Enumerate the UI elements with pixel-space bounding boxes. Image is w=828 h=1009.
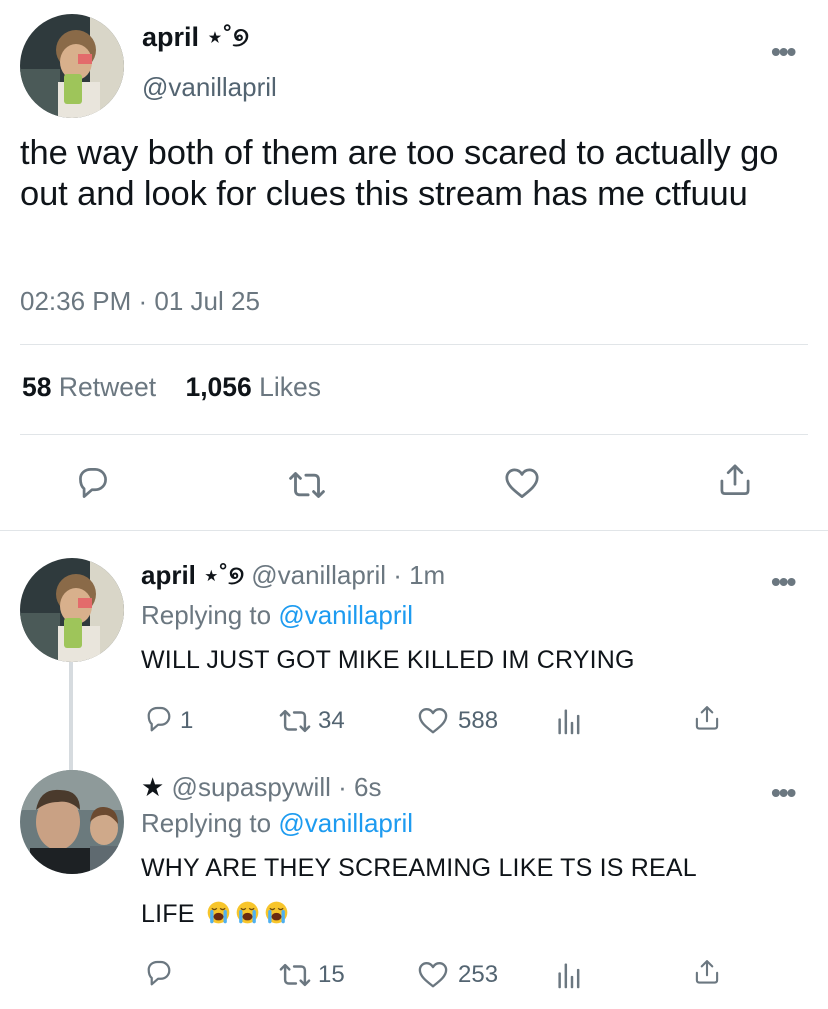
replying-to-link[interactable]: @vanillapril <box>278 808 413 838</box>
retweet-icon <box>279 709 311 733</box>
retweet-icon <box>289 472 325 498</box>
retweet-button[interactable] <box>275 959 315 991</box>
replying-prefix: Replying to <box>141 600 272 630</box>
reply-header: ★ @supaspywill · 6s <box>141 772 381 803</box>
handle-time[interactable]: @vanillapril · 1m <box>251 560 445 590</box>
tweet-stats: 58 Retweet 1,056 Likes <box>22 372 321 403</box>
like-count: 253 <box>458 961 499 988</box>
reply-text: WILL JUST GOT MIKE KILLED IM CRYING <box>141 646 635 674</box>
reply-header: april ⋆˚୭ @vanillapril · 1m <box>141 560 445 592</box>
more-options-icon[interactable]: ••• <box>771 38 796 66</box>
reply-icon <box>147 706 171 732</box>
reply-button[interactable] <box>141 958 177 990</box>
reply-text: WHY ARE THEY SCREAMING LIKE TS IS REAL L… <box>141 845 697 937</box>
divider <box>20 434 808 435</box>
share-button[interactable] <box>690 702 724 734</box>
analytics-icon <box>558 709 580 735</box>
like-count: 588 <box>458 707 499 734</box>
heart-icon <box>505 468 539 498</box>
display-name[interactable]: ★ <box>141 772 164 802</box>
like-button[interactable] <box>414 958 452 991</box>
reply-count: 1 <box>180 707 194 734</box>
retweet-stat[interactable]: 58 Retweet <box>22 372 156 402</box>
avatar[interactable] <box>20 558 124 662</box>
crying-emoji-group <box>202 891 289 937</box>
likes-label: Likes <box>259 372 322 402</box>
loudly-crying-emoji-icon <box>236 901 259 924</box>
display-name[interactable]: april ⋆˚୭ <box>142 22 249 54</box>
retweet-count: 15 <box>318 961 345 988</box>
replying-to: Replying to @vanillapril <box>141 600 413 631</box>
share-icon <box>695 960 719 984</box>
more-options-icon[interactable]: ••• <box>771 779 796 807</box>
likes-stat[interactable]: 1,056 Likes <box>185 372 321 402</box>
tweet-timestamp[interactable]: 02:36 PM · 01 Jul 25 <box>20 286 260 317</box>
divider <box>0 530 828 531</box>
display-name[interactable]: april ⋆˚୭ <box>141 560 244 590</box>
retweet-count: 34 <box>318 707 345 734</box>
more-options-icon[interactable]: ••• <box>771 568 796 596</box>
analytics-button[interactable] <box>554 706 584 736</box>
reply-text-line: WHY ARE THEY SCREAMING LIKE TS IS REAL <box>141 854 697 882</box>
reply-icon <box>147 960 171 986</box>
share-icon <box>720 464 750 495</box>
reply-text-line: LIFE <box>141 891 697 937</box>
reply-text-end: LIFE <box>141 900 195 928</box>
like-button[interactable] <box>414 704 452 737</box>
tweet-text: the way both of them are too scared to a… <box>20 134 779 213</box>
handle-time[interactable]: @supaspywill · 6s <box>172 772 382 802</box>
loudly-crying-emoji-icon <box>265 901 288 924</box>
retweet-count: 58 <box>22 372 52 402</box>
reply-icon <box>79 467 107 498</box>
thread-line <box>69 662 73 770</box>
reply-button[interactable] <box>71 462 115 506</box>
analytics-button[interactable] <box>554 960 584 990</box>
user-handle[interactable]: @vanillapril <box>142 72 277 103</box>
like-button[interactable] <box>500 462 544 504</box>
heart-icon <box>418 708 448 734</box>
retweet-icon <box>279 963 311 987</box>
reply-button[interactable] <box>141 704 177 736</box>
likes-count: 1,056 <box>185 372 252 402</box>
retweet-label: Retweet <box>58 372 157 402</box>
avatar[interactable] <box>20 14 124 118</box>
heart-icon <box>418 962 448 988</box>
replying-to-link[interactable]: @vanillapril <box>278 600 413 630</box>
replying-prefix: Replying to <box>141 808 272 838</box>
replying-to: Replying to @vanillapril <box>141 808 413 839</box>
retweet-button[interactable] <box>284 464 330 506</box>
share-button[interactable] <box>690 956 724 988</box>
retweet-button[interactable] <box>275 705 315 737</box>
divider <box>20 344 808 345</box>
analytics-icon <box>558 963 580 989</box>
loudly-crying-emoji-icon <box>207 901 230 924</box>
share-icon <box>695 706 719 730</box>
share-button[interactable] <box>713 459 757 501</box>
avatar[interactable] <box>20 770 124 874</box>
